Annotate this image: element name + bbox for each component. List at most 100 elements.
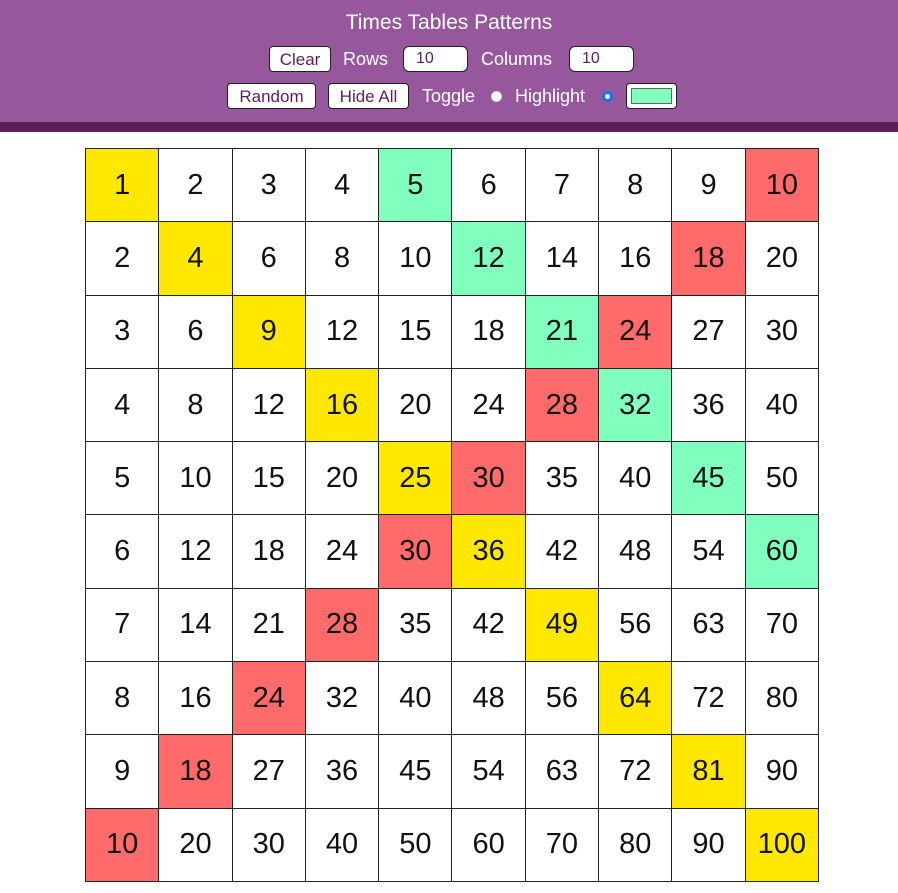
grid-cell[interactable]: 54 — [671, 514, 746, 589]
columns-input[interactable] — [569, 46, 634, 72]
grid-cell[interactable]: 40 — [378, 661, 453, 736]
grid-cell[interactable]: 10 — [744, 147, 819, 223]
grid-cell[interactable]: 16 — [158, 661, 233, 736]
grid-cell[interactable]: 2 — [158, 147, 233, 223]
grid-cell[interactable]: 42 — [451, 587, 526, 663]
grid-cell[interactable]: 18 — [671, 221, 746, 296]
grid-cell[interactable]: 8 — [304, 221, 380, 296]
grid-cell[interactable]: 2 — [84, 221, 160, 296]
grid-cell[interactable]: 30 — [378, 514, 453, 589]
highlight-radio[interactable] — [602, 91, 613, 102]
grid-cell[interactable]: 24 — [598, 294, 673, 369]
rows-input[interactable] — [403, 46, 468, 72]
grid-cell[interactable]: 50 — [378, 807, 453, 882]
highlight-color-picker[interactable] — [626, 83, 677, 109]
grid-cell[interactable]: 70 — [524, 807, 600, 882]
grid-cell[interactable]: 54 — [451, 734, 526, 809]
grid-cell[interactable]: 80 — [744, 661, 819, 736]
grid-cell[interactable]: 8 — [158, 367, 233, 443]
grid-cell[interactable]: 27 — [671, 294, 746, 369]
grid-cell[interactable]: 48 — [598, 514, 673, 589]
grid-cell[interactable]: 80 — [598, 807, 673, 882]
grid-cell[interactable]: 56 — [598, 587, 673, 663]
grid-cell[interactable]: 63 — [671, 587, 746, 663]
grid-cell[interactable]: 14 — [524, 221, 600, 296]
grid-cell[interactable]: 7 — [84, 587, 160, 663]
grid-cell[interactable]: 28 — [524, 367, 600, 443]
grid-cell[interactable]: 3 — [231, 147, 306, 223]
grid-cell[interactable]: 12 — [158, 514, 233, 589]
grid-cell[interactable]: 20 — [744, 221, 819, 296]
grid-cell[interactable]: 48 — [451, 661, 526, 736]
grid-cell[interactable]: 27 — [231, 734, 306, 809]
grid-cell[interactable]: 45 — [671, 441, 746, 516]
toggle-radio[interactable] — [491, 91, 502, 102]
grid-cell[interactable]: 30 — [451, 441, 526, 516]
grid-cell[interactable]: 25 — [378, 441, 453, 516]
grid-cell[interactable]: 6 — [451, 147, 526, 223]
grid-cell[interactable]: 32 — [304, 661, 380, 736]
grid-cell[interactable]: 24 — [231, 661, 306, 736]
grid-cell[interactable]: 12 — [304, 294, 380, 369]
grid-cell[interactable]: 5 — [378, 147, 453, 223]
grid-cell[interactable]: 6 — [84, 514, 160, 589]
random-button[interactable]: Random — [227, 83, 316, 109]
grid-cell[interactable]: 7 — [524, 147, 600, 223]
hide-all-button[interactable]: Hide All — [328, 83, 409, 109]
grid-cell[interactable]: 40 — [598, 441, 673, 516]
grid-cell[interactable]: 8 — [598, 147, 673, 223]
grid-cell[interactable]: 21 — [231, 587, 306, 663]
grid-cell[interactable]: 5 — [84, 441, 160, 516]
grid-cell[interactable]: 6 — [231, 221, 306, 296]
grid-cell[interactable]: 72 — [598, 734, 673, 809]
grid-cell[interactable]: 18 — [158, 734, 233, 809]
grid-cell[interactable]: 4 — [304, 147, 380, 223]
grid-cell[interactable]: 20 — [304, 441, 380, 516]
grid-cell[interactable]: 50 — [744, 441, 819, 516]
grid-cell[interactable]: 100 — [744, 807, 819, 882]
grid-cell[interactable]: 81 — [671, 734, 746, 809]
grid-cell[interactable]: 90 — [744, 734, 819, 809]
grid-cell[interactable]: 14 — [158, 587, 233, 663]
grid-cell[interactable]: 16 — [598, 221, 673, 296]
grid-cell[interactable]: 18 — [451, 294, 526, 369]
grid-cell[interactable]: 60 — [744, 514, 819, 589]
grid-cell[interactable]: 10 — [84, 807, 160, 882]
grid-cell[interactable]: 12 — [231, 367, 306, 443]
grid-cell[interactable]: 40 — [304, 807, 380, 882]
grid-cell[interactable]: 70 — [744, 587, 819, 663]
grid-cell[interactable]: 4 — [158, 221, 233, 296]
grid-cell[interactable]: 60 — [451, 807, 526, 882]
grid-cell[interactable]: 64 — [598, 661, 673, 736]
grid-cell[interactable]: 3 — [84, 294, 160, 369]
grid-cell[interactable]: 42 — [524, 514, 600, 589]
clear-button[interactable]: Clear — [269, 46, 331, 72]
grid-cell[interactable]: 63 — [524, 734, 600, 809]
grid-cell[interactable]: 35 — [378, 587, 453, 663]
grid-cell[interactable]: 15 — [378, 294, 453, 369]
grid-cell[interactable]: 45 — [378, 734, 453, 809]
grid-cell[interactable]: 21 — [524, 294, 600, 369]
grid-cell[interactable]: 90 — [671, 807, 746, 882]
grid-cell[interactable]: 56 — [524, 661, 600, 736]
grid-cell[interactable]: 12 — [451, 221, 526, 296]
grid-cell[interactable]: 8 — [84, 661, 160, 736]
grid-cell[interactable]: 30 — [231, 807, 306, 882]
grid-cell[interactable]: 35 — [524, 441, 600, 516]
grid-cell[interactable]: 28 — [304, 587, 380, 663]
grid-cell[interactable]: 9 — [671, 147, 746, 223]
grid-cell[interactable]: 36 — [671, 367, 746, 443]
grid-cell[interactable]: 49 — [524, 587, 600, 663]
grid-cell[interactable]: 30 — [744, 294, 819, 369]
grid-cell[interactable]: 24 — [451, 367, 526, 443]
grid-cell[interactable]: 24 — [304, 514, 380, 589]
grid-cell[interactable]: 36 — [304, 734, 380, 809]
grid-cell[interactable]: 40 — [744, 367, 819, 443]
grid-cell[interactable]: 10 — [378, 221, 453, 296]
grid-cell[interactable]: 15 — [231, 441, 306, 516]
grid-cell[interactable]: 18 — [231, 514, 306, 589]
grid-cell[interactable]: 9 — [84, 734, 160, 809]
grid-cell[interactable]: 16 — [304, 367, 380, 443]
grid-cell[interactable]: 32 — [598, 367, 673, 443]
grid-cell[interactable]: 20 — [378, 367, 453, 443]
